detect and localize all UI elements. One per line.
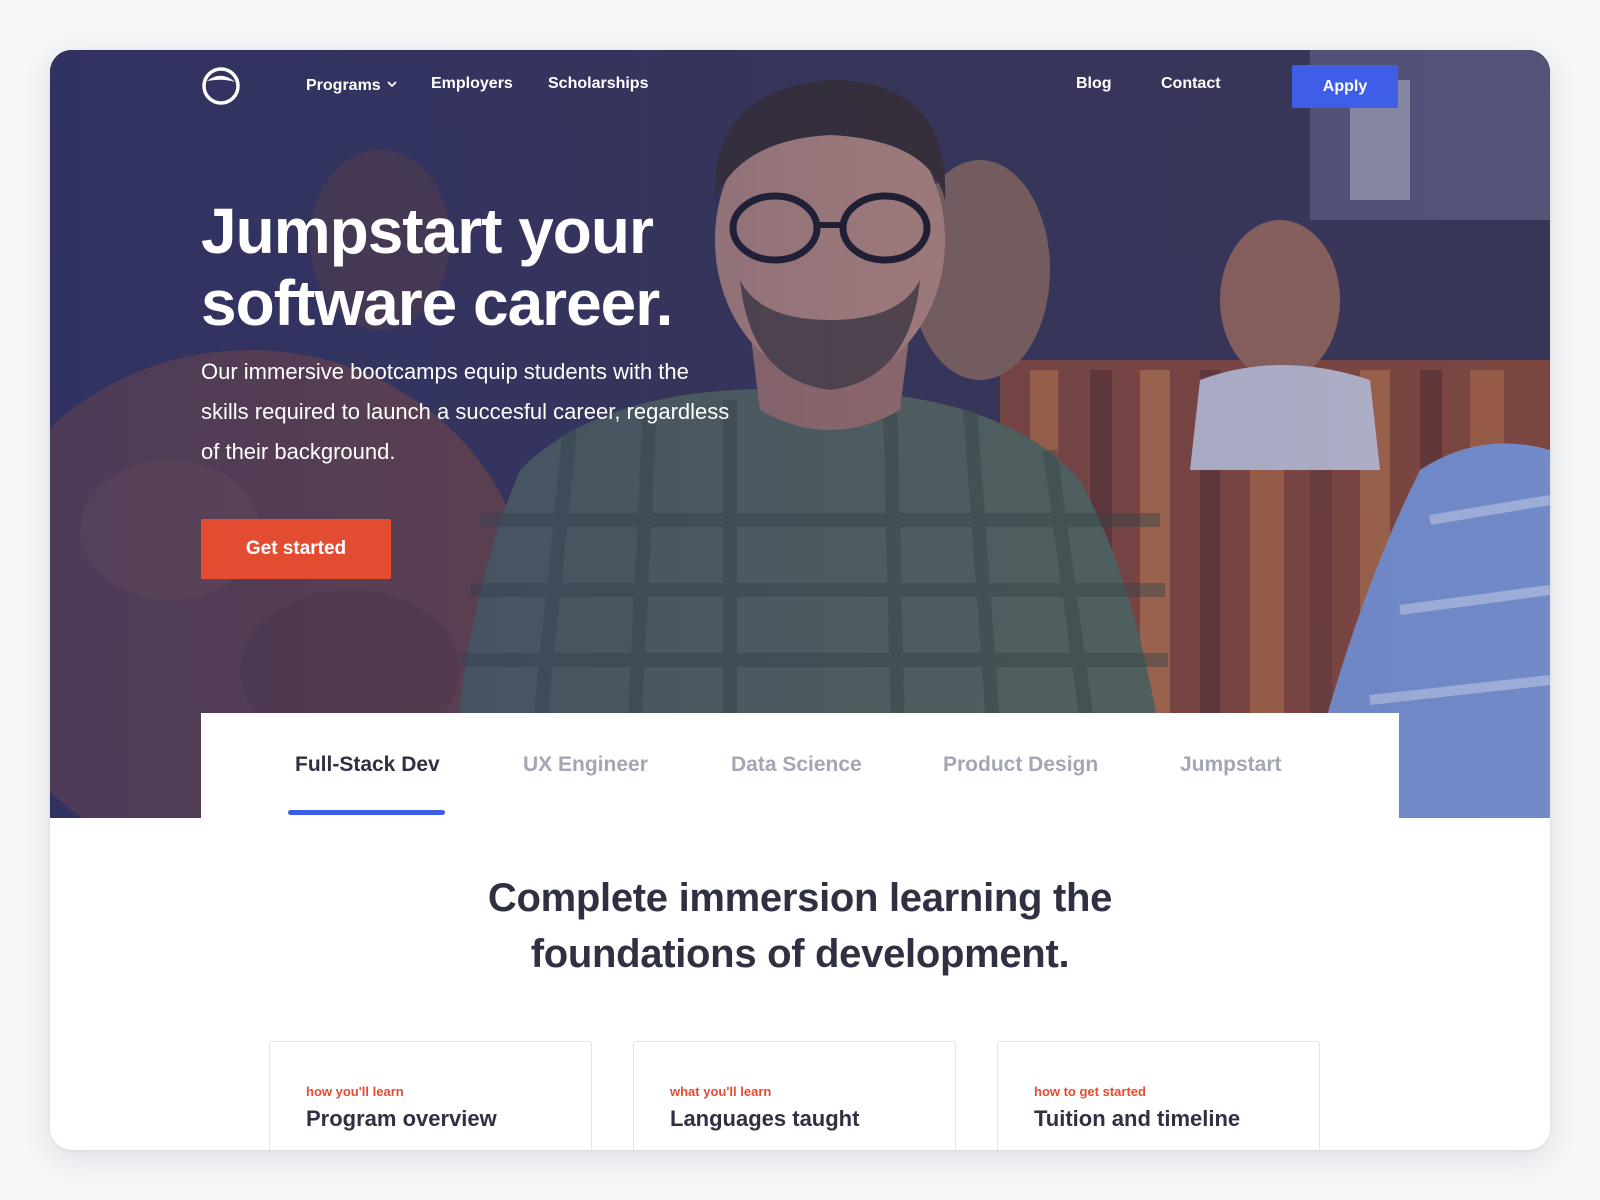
hero-section: Programs Employers Scholarships Blog Con…	[50, 50, 1550, 818]
card-title: Tuition and timeline	[1034, 1106, 1241, 1131]
card-title: Program overview	[306, 1106, 497, 1131]
nav-employers[interactable]: Employers	[431, 75, 513, 93]
card-kicker: what you'll learn	[670, 1084, 772, 1099]
nav-contact[interactable]: Contact	[1161, 75, 1221, 93]
card-program-overview[interactable]: how you'll learn Program overview	[269, 1041, 592, 1150]
browser-frame: Programs Employers Scholarships Blog Con…	[50, 50, 1550, 1150]
nav-programs-label: Programs	[306, 77, 381, 94]
card-kicker: how to get started	[1034, 1084, 1146, 1099]
apply-button[interactable]: Apply	[1292, 65, 1398, 108]
nav-programs[interactable]: Programs	[306, 75, 397, 95]
top-nav: Programs Employers Scholarships Blog Con…	[50, 50, 1550, 122]
hero-title: Jumpstart your software career.	[201, 195, 821, 339]
chevron-down-icon	[387, 75, 397, 93]
hero-subtitle: Our immersive bootcamps equip students w…	[201, 359, 730, 464]
card-tuition-timeline[interactable]: how to get started Tuition and timeline	[997, 1041, 1320, 1150]
program-tabs: Full-Stack Dev UX Engineer Data Science …	[201, 713, 1399, 818]
nav-scholarships[interactable]: Scholarships	[548, 75, 648, 93]
card-kicker: how you'll learn	[306, 1084, 404, 1099]
card-languages-taught[interactable]: what you'll learn Languages taught	[633, 1041, 956, 1150]
tab-ux-engineer[interactable]: UX Engineer	[523, 753, 648, 777]
nav-blog[interactable]: Blog	[1076, 75, 1112, 93]
tab-data-science[interactable]: Data Science	[731, 753, 862, 777]
section-title: Complete immersion learning the foundati…	[50, 870, 1550, 982]
section-title-line1: Complete immersion learning the	[487, 876, 1113, 920]
get-started-button[interactable]: Get started	[201, 519, 391, 579]
hero-title-line2: software career.	[201, 267, 673, 339]
card-title: Languages taught	[670, 1106, 860, 1131]
ring-logo-icon[interactable]	[201, 66, 241, 106]
tab-full-stack-dev[interactable]: Full-Stack Dev	[295, 753, 440, 777]
tab-product-design[interactable]: Product Design	[943, 753, 1098, 777]
hero-title-line1: Jumpstart your	[201, 195, 654, 267]
tab-jumpstart[interactable]: Jumpstart	[1180, 753, 1282, 777]
active-tab-indicator	[288, 810, 445, 815]
section-title-line2: foundations of development.	[530, 932, 1070, 976]
